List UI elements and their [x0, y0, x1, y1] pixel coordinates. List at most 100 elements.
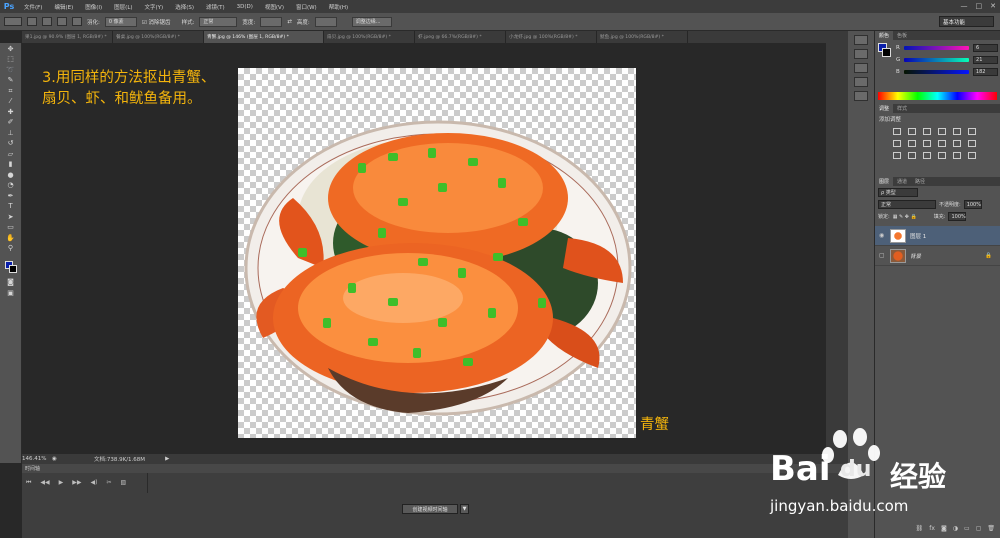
- posterize-icon[interactable]: [893, 152, 901, 159]
- prev-frame-icon[interactable]: ◀◀: [40, 479, 49, 487]
- visibility-eye-icon[interactable]: ▢: [879, 252, 886, 259]
- vertical-scrollbar[interactable]: [826, 43, 848, 454]
- workspace-select[interactable]: 基本功能: [939, 16, 994, 27]
- tab-layers[interactable]: 图层: [875, 177, 894, 186]
- tab-color[interactable]: 颜色: [875, 31, 894, 40]
- zoom-level[interactable]: 146.41%: [22, 456, 52, 462]
- first-frame-icon[interactable]: ⏮: [26, 479, 31, 487]
- shadows-icon[interactable]: [953, 152, 961, 159]
- color-spectrum[interactable]: [878, 92, 997, 100]
- levels-icon[interactable]: [908, 128, 916, 135]
- tab-doc-active[interactable]: 青蟹.jpg @ 146% (图层 1, RGB/8#) *: [204, 31, 324, 43]
- color-lookup-icon[interactable]: [953, 140, 961, 147]
- swap-icon[interactable]: ⇄: [287, 19, 292, 25]
- tab-doc-5[interactable]: 虾.jpeg @ 66.7%(RGB/8#) *: [415, 31, 506, 43]
- zoom-tool-icon[interactable]: ⚲: [5, 244, 17, 253]
- layer-row-2[interactable]: ▢ 背景 🔒: [875, 246, 1000, 266]
- blend-mode-select[interactable]: 正常: [878, 200, 936, 209]
- fill-input[interactable]: 100%: [948, 212, 967, 221]
- exposure-icon[interactable]: [938, 128, 946, 135]
- create-video-timeline-button[interactable]: 创建视频时间轴: [402, 504, 458, 514]
- screen-mode-icon[interactable]: ▣: [5, 289, 17, 298]
- marquee-tool-icon[interactable]: ⬚: [5, 55, 17, 64]
- width-input[interactable]: [260, 16, 283, 27]
- layer-kind-select[interactable]: ρ 类型: [878, 188, 918, 197]
- new-selection-icon[interactable]: [27, 17, 37, 26]
- g-value[interactable]: 21: [973, 56, 998, 64]
- color-balance-icon[interactable]: [893, 140, 901, 147]
- lasso-tool-icon[interactable]: ➰: [5, 66, 17, 75]
- tab-paths[interactable]: 路径: [911, 177, 929, 186]
- document-canvas[interactable]: [238, 68, 636, 438]
- curves-icon[interactable]: [923, 128, 931, 135]
- delete-layer-icon[interactable]: 🗑: [987, 525, 995, 535]
- subtract-selection-icon[interactable]: [57, 17, 67, 26]
- character-panel-icon[interactable]: [854, 77, 868, 87]
- history-panel-icon[interactable]: [854, 35, 868, 45]
- canvas-area[interactable]: 3.用同样的方法抠出青蟹、 扇贝、虾、和鱿鱼备用。 青蟹: [22, 43, 848, 454]
- quick-mask-icon[interactable]: ◙: [5, 278, 17, 287]
- split-icon[interactable]: ✂: [106, 479, 111, 487]
- menu-help[interactable]: 帮助(H): [323, 3, 354, 11]
- eraser-tool-icon[interactable]: ▱: [5, 150, 17, 159]
- audio-icon[interactable]: ◀): [91, 479, 98, 487]
- tab-doc-7[interactable]: 鱿鱼.jpg @ 100%(RGB/8#) *: [597, 31, 688, 43]
- height-input[interactable]: [314, 16, 337, 27]
- hue-icon[interactable]: [968, 128, 976, 135]
- threshold-icon[interactable]: [908, 152, 916, 159]
- channel-mixer-icon[interactable]: [938, 140, 946, 147]
- style-select[interactable]: 正常: [199, 16, 238, 27]
- blur-tool-icon[interactable]: ●: [5, 171, 17, 180]
- intersect-selection-icon[interactable]: [72, 17, 82, 26]
- menu-filter[interactable]: 滤镜(T): [200, 3, 231, 11]
- add-mask-icon[interactable]: ◙: [941, 525, 947, 535]
- tab-styles[interactable]: 样式: [893, 104, 911, 113]
- menu-select[interactable]: 选择(S): [169, 3, 200, 11]
- g-slider[interactable]: [904, 58, 970, 62]
- lock-icons[interactable]: ▦ ✎ ✥ 🔒: [893, 214, 917, 220]
- antialias-checkbox[interactable]: ☑ 消除锯齿: [142, 18, 171, 26]
- menu-type[interactable]: 文字(Y): [139, 3, 170, 11]
- menu-3d[interactable]: 3D(D): [231, 4, 259, 10]
- status-menu-icon[interactable]: ◉: [52, 456, 64, 462]
- properties-panel-icon[interactable]: [854, 49, 868, 59]
- tab-doc-1[interactable]: 果1.jpg @ 90.9% (图层 1, RGB/8#) *: [22, 31, 113, 43]
- hdr-icon[interactable]: [968, 152, 976, 159]
- brush-panel-icon[interactable]: [854, 63, 868, 73]
- b-value[interactable]: 182: [972, 68, 998, 76]
- dodge-tool-icon[interactable]: ◔: [5, 181, 17, 190]
- visibility-eye-icon[interactable]: ◉: [879, 232, 886, 239]
- move-tool-icon[interactable]: ✥: [5, 45, 17, 54]
- new-layer-icon[interactable]: ▢: [976, 525, 982, 535]
- selective-color-icon[interactable]: [923, 152, 931, 159]
- pen-tool-icon[interactable]: ✒: [5, 192, 17, 201]
- type-tool-icon[interactable]: T: [5, 202, 17, 211]
- transition-icon[interactable]: ▧: [121, 479, 127, 487]
- quick-select-tool-icon[interactable]: ✎: [5, 76, 17, 85]
- marquee-tool-preset-icon[interactable]: [4, 17, 22, 26]
- timeline-track[interactable]: [147, 473, 847, 493]
- invert-icon[interactable]: [968, 140, 976, 147]
- layer-style-icon[interactable]: fx: [929, 525, 935, 535]
- refine-edge-button[interactable]: 调整边缘...: [351, 16, 392, 27]
- timeline-dropdown-icon[interactable]: ▼: [460, 504, 469, 514]
- vibrance-icon[interactable]: [953, 128, 961, 135]
- menu-window[interactable]: 窗口(W): [290, 3, 323, 11]
- play-icon[interactable]: ▶: [59, 479, 64, 487]
- tab-doc-6[interactable]: 小龙虾.jpg @ 100%(RGB/8#) *: [506, 31, 597, 43]
- hand-tool-icon[interactable]: ✋: [5, 234, 17, 243]
- maximize-icon[interactable]: □: [976, 2, 983, 10]
- healing-brush-icon[interactable]: ✚: [5, 108, 17, 117]
- path-select-icon[interactable]: ➤: [5, 213, 17, 222]
- new-adjustment-icon[interactable]: ◑: [953, 525, 958, 535]
- menu-view[interactable]: 视图(V): [259, 3, 290, 11]
- color-bg-swatch[interactable]: [882, 48, 891, 57]
- layer-row-1[interactable]: ◉ 图层 1: [875, 226, 1000, 246]
- r-slider[interactable]: [903, 46, 969, 50]
- gradient-map-icon[interactable]: [938, 152, 946, 159]
- tab-doc-2[interactable]: 餐桌.jpg @ 100%(RGB/8#) *: [113, 31, 204, 43]
- minimize-icon[interactable]: —: [961, 2, 968, 10]
- opacity-input[interactable]: 100%: [963, 200, 982, 209]
- r-value[interactable]: 6: [972, 44, 998, 52]
- feather-input[interactable]: 0 像素: [104, 16, 137, 27]
